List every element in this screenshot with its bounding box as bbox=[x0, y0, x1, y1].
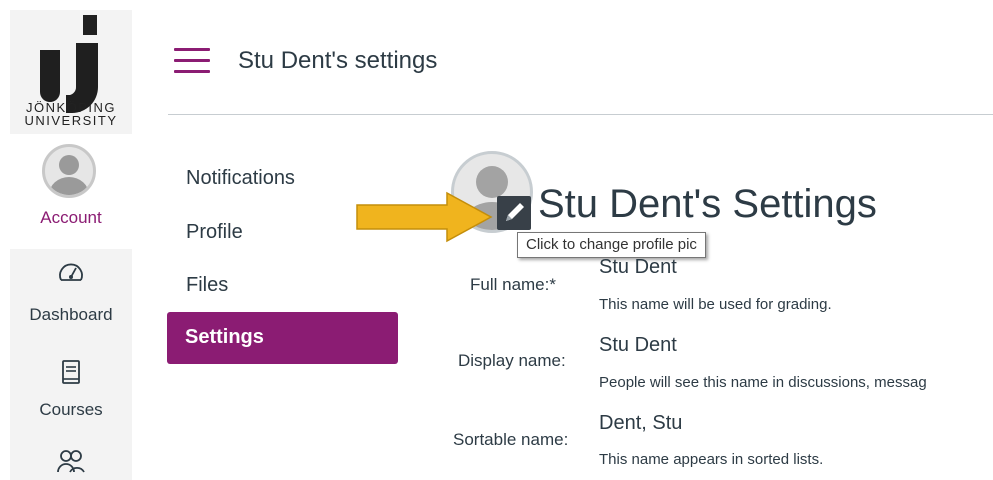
yellow-arrow-icon bbox=[356, 191, 493, 243]
display-name-label: Display name: bbox=[458, 351, 566, 370]
university-logo[interactable]: JÖNKÖPING UNIVERSITY bbox=[10, 10, 132, 134]
sortable-name-label: Sortable name: bbox=[453, 430, 569, 449]
menu-item-profile[interactable]: Profile bbox=[186, 221, 243, 244]
settings-heading: Stu Dent's Settings bbox=[538, 182, 877, 226]
menu-item-notifications[interactable]: Notifications bbox=[186, 167, 295, 190]
full-name-label: Full name:* bbox=[470, 275, 556, 294]
header-divider bbox=[168, 114, 993, 115]
nav-dashboard[interactable]: Dashboard bbox=[10, 249, 132, 339]
sortable-name-help: This name appears in sorted lists. bbox=[599, 451, 824, 468]
groups-icon bbox=[57, 450, 85, 473]
sortable-name-value: Dent, Stu bbox=[599, 412, 683, 434]
display-name-help: People will see this name in discussions… bbox=[599, 374, 927, 391]
nav-account[interactable]: Account bbox=[10, 134, 132, 249]
global-navigation: JÖNKÖPING UNIVERSITY Account Dashboard C… bbox=[10, 10, 132, 480]
dashboard-gauge-icon bbox=[59, 263, 83, 281]
nav-courses[interactable]: Courses bbox=[10, 350, 132, 440]
menu-item-files[interactable]: Files bbox=[186, 274, 228, 297]
menu-item-settings[interactable]: Settings bbox=[167, 312, 398, 364]
change-profile-pic-button[interactable] bbox=[497, 196, 531, 230]
full-name-value: Stu Dent bbox=[599, 256, 677, 278]
pencil-icon bbox=[506, 203, 524, 221]
user-avatar-icon bbox=[42, 144, 96, 198]
logo-text-line2: UNIVERSITY bbox=[24, 113, 118, 128]
profile-pic-tooltip: Click to change profile pic bbox=[517, 232, 706, 258]
nav-courses-label: Courses bbox=[39, 400, 103, 419]
full-name-help: This name will be used for grading. bbox=[599, 296, 832, 313]
nav-account-label: Account bbox=[40, 208, 102, 227]
book-icon bbox=[62, 360, 80, 384]
display-name-value: Stu Dent bbox=[599, 334, 677, 356]
hamburger-menu-button[interactable] bbox=[174, 48, 210, 74]
nav-dashboard-label: Dashboard bbox=[29, 305, 113, 324]
nav-groups[interactable] bbox=[10, 442, 132, 480]
page-title: Stu Dent's settings bbox=[238, 47, 438, 74]
